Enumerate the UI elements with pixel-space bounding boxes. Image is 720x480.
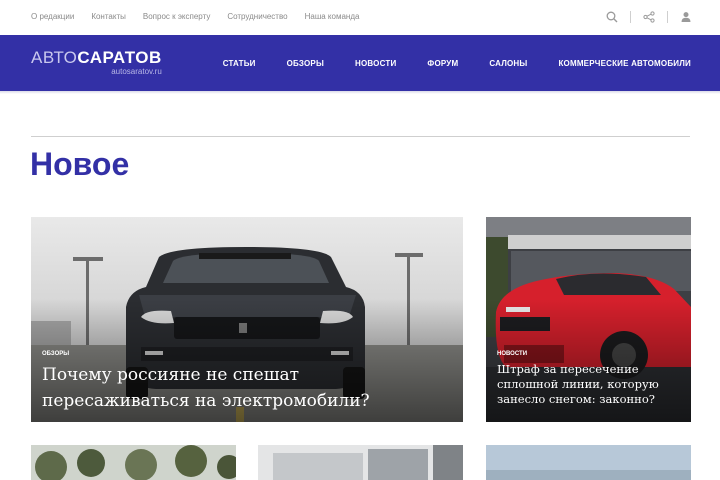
article-card-thumb[interactable] <box>486 445 691 480</box>
section-title: Новое <box>30 146 130 182</box>
article-photo-trees <box>31 445 236 480</box>
article-card-thumb[interactable] <box>258 445 463 480</box>
article-card-side[interactable]: НОВОСТИ Штраф за пересечение сплошной ли… <box>486 217 691 422</box>
top-link-cooperation[interactable]: Сотрудничество <box>227 12 287 21</box>
main-navbar: АВТОСАРАТОВ autosaratov.ru СТАТЬИ ОБЗОРЫ… <box>0 35 720 91</box>
nav-item-reviews[interactable]: ОБЗОРЫ <box>287 59 324 68</box>
site-logo[interactable]: АВТОСАРАТОВ autosaratov.ru <box>31 49 162 77</box>
article-photo-vehicle <box>258 445 463 480</box>
logo-wordmark: АВТОСАРАТОВ <box>31 49 162 67</box>
nav-item-dealers[interactable]: САЛОНЫ <box>489 59 527 68</box>
search-icon[interactable] <box>604 9 620 25</box>
top-utility-bar: О редакции Контакты Вопрос к эксперту Со… <box>0 0 720 35</box>
top-icons <box>604 9 694 25</box>
main-nav: СТАТЬИ ОБЗОРЫ НОВОСТИ ФОРУМ САЛОНЫ КОММЕ… <box>192 59 691 68</box>
card-rubric[interactable]: НОВОСТИ <box>497 351 527 357</box>
top-link-about[interactable]: О редакции <box>31 12 74 21</box>
top-link-contacts[interactable]: Контакты <box>91 12 126 21</box>
card-headline[interactable]: Штраф за пересечение сплошной линии, кот… <box>497 362 687 407</box>
logo-domain: autosaratov.ru <box>111 67 162 76</box>
nav-item-commercial[interactable]: КОММЕРЧЕСКИЕ АВТОМОБИЛИ <box>558 59 691 68</box>
top-links: О редакции Контакты Вопрос к эксперту Со… <box>31 12 376 21</box>
logo-part-a: АВТО <box>31 48 78 67</box>
section-divider <box>31 136 690 137</box>
icon-separator <box>667 11 668 23</box>
logo-part-b: САРАТОВ <box>77 48 162 67</box>
article-card-featured[interactable]: ОБЗОРЫ Почему россияне не спешат пересаж… <box>31 217 463 422</box>
card-headline[interactable]: Почему россияне не спешат пересаживаться… <box>42 362 452 414</box>
article-photo-sky <box>486 445 691 480</box>
user-icon[interactable] <box>678 9 694 25</box>
nav-item-news[interactable]: НОВОСТИ <box>355 59 396 68</box>
nav-item-forum[interactable]: ФОРУМ <box>427 59 458 68</box>
share-icon[interactable] <box>641 9 657 25</box>
card-rubric[interactable]: ОБЗОРЫ <box>42 351 69 357</box>
nav-item-articles[interactable]: СТАТЬИ <box>223 59 256 68</box>
top-link-ask-expert[interactable]: Вопрос к эксперту <box>143 12 210 21</box>
article-card-thumb[interactable] <box>31 445 236 480</box>
navbar-shadow <box>0 91 720 94</box>
top-link-team[interactable]: Наша команда <box>305 12 360 21</box>
icon-separator <box>630 11 631 23</box>
